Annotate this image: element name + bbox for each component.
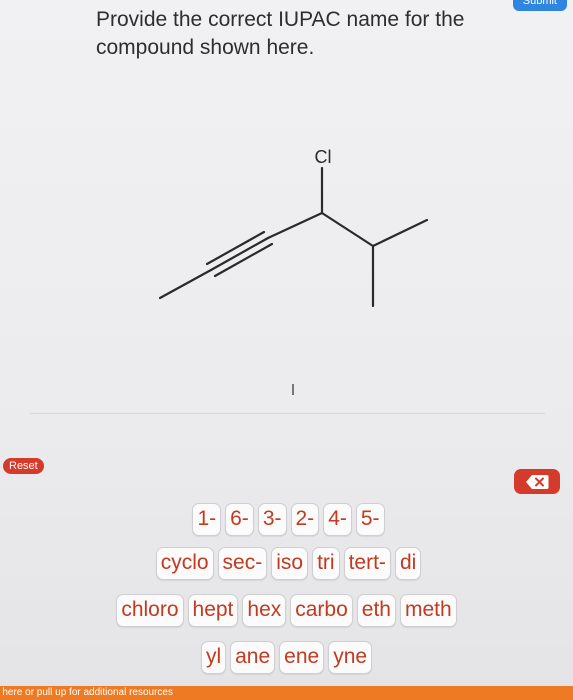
backspace-x-icon <box>526 474 549 489</box>
token-row-locants: 1- 6- 3- 2- 4- 5- <box>2 503 573 536</box>
token-iso[interactable]: iso <box>271 547 309 580</box>
token-sec[interactable]: sec- <box>217 547 268 580</box>
token-chloro[interactable]: chloro <box>116 594 184 627</box>
token-eth[interactable]: eth <box>356 594 396 627</box>
token-ane[interactable]: ane <box>230 641 276 674</box>
triple-bond-line-2 <box>205 230 266 266</box>
token-yne[interactable]: yne <box>328 641 373 674</box>
bond-chcl-ch <box>320 211 375 248</box>
triple-bond-line-1 <box>209 236 270 272</box>
token-hex[interactable]: hex <box>242 594 287 627</box>
molecule-structure: Cl <box>158 147 429 308</box>
token-1[interactable]: 1- <box>192 503 222 536</box>
bond-ch3-alkyne <box>158 268 213 300</box>
token-hept[interactable]: hept <box>187 594 239 627</box>
triple-bond-line-3 <box>213 242 274 278</box>
token-2[interactable]: 2- <box>290 503 320 536</box>
bond-alkyne-chcl <box>266 211 324 240</box>
token-5[interactable]: 5- <box>355 503 385 536</box>
resources-text: p here or pull up for additional resourc… <box>0 687 173 698</box>
token-di[interactable]: di <box>394 547 422 580</box>
token-yl[interactable]: yl <box>200 641 227 674</box>
token-row-suffixes: yl ane ene yne <box>0 641 573 674</box>
answer-divider <box>30 413 545 414</box>
chlorine-label: Cl <box>315 147 332 167</box>
backspace-button[interactable] <box>514 469 560 494</box>
reset-button[interactable]: Reset <box>3 458 44 474</box>
token-carbo[interactable]: carbo <box>290 594 353 627</box>
token-ene[interactable]: ene <box>279 641 325 674</box>
token-tri[interactable]: tri <box>312 547 340 580</box>
token-row-roots: chloro hept hex carbo eth meth <box>0 594 573 627</box>
token-meth[interactable]: meth <box>399 594 457 627</box>
token-6[interactable]: 6- <box>225 503 254 536</box>
token-4[interactable]: 4- <box>323 503 352 536</box>
token-cyclo[interactable]: cyclo <box>155 547 214 580</box>
token-row-prefixes: cyclo sec- iso tri tert- di <box>2 547 573 580</box>
resources-bar[interactable]: p here or pull up for additional resourc… <box>0 686 573 700</box>
bond-ch-methyl-right <box>371 218 429 248</box>
token-3[interactable]: 3- <box>257 503 287 536</box>
text-cursor <box>292 384 294 395</box>
token-tert[interactable]: tert- <box>343 547 391 580</box>
